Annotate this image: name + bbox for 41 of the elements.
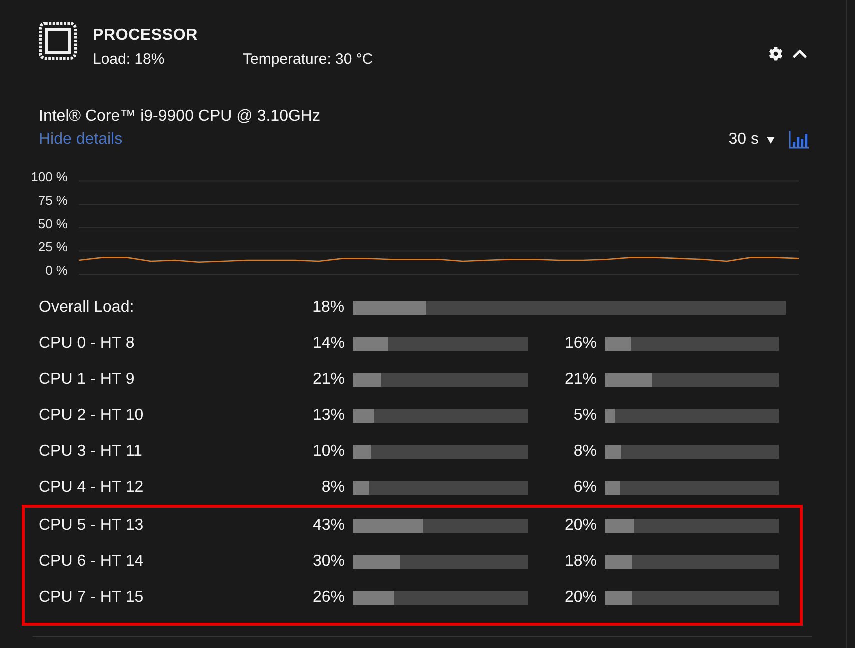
load-reading: Load: 18% bbox=[93, 50, 166, 70]
interval-dropdown[interactable]: 30 s bbox=[728, 130, 775, 150]
cpu-model-name: Intel® Core™ i9-9900 CPU @ 3.10GHz bbox=[39, 107, 322, 127]
y-axis-label: 75 % bbox=[38, 193, 68, 208]
usage-percent: 14% bbox=[312, 334, 345, 354]
usage-percent: 18% bbox=[564, 552, 597, 572]
core-label: CPU 0 - HT 8 bbox=[39, 334, 136, 354]
temperature-reading: Temperature: 30 °C bbox=[243, 50, 374, 70]
y-axis-label: 50 % bbox=[38, 216, 68, 232]
usage-percent: 18% bbox=[312, 298, 345, 318]
core-label: CPU 5 - HT 13 bbox=[39, 516, 145, 536]
usage-percent: 20% bbox=[564, 516, 597, 536]
core-label: CPU 1 - HT 9 bbox=[39, 370, 136, 390]
usage-percent: 26% bbox=[312, 588, 345, 608]
caret-icon bbox=[767, 136, 775, 144]
usage-percent: 21% bbox=[312, 370, 345, 390]
usage-percent: 8% bbox=[572, 442, 597, 462]
usage-percent: 16% bbox=[564, 334, 597, 354]
usage-percent: 43% bbox=[312, 516, 345, 536]
bar-chart-icon[interactable] bbox=[789, 131, 809, 149]
y-axis-label: 0 % bbox=[46, 262, 68, 278]
usage-percent: 13% bbox=[312, 406, 345, 426]
cpu-chip-icon bbox=[39, 22, 77, 60]
usage-percent: 10% bbox=[312, 442, 345, 462]
settings-icon[interactable] bbox=[769, 47, 783, 61]
usage-percent: 21% bbox=[564, 370, 597, 390]
core-label: CPU 4 - HT 12 bbox=[39, 478, 145, 498]
y-axis-label: 25 % bbox=[38, 240, 68, 255]
overall-load-label: Overall Load: bbox=[39, 298, 136, 318]
core-label: CPU 7 - HT 15 bbox=[39, 588, 145, 608]
core-label: CPU 6 - HT 14 bbox=[39, 552, 145, 572]
usage-percent: 8% bbox=[320, 478, 345, 498]
hide-details-link[interactable]: Hide details bbox=[39, 130, 123, 150]
core-label: CPU 2 - HT 10 bbox=[39, 406, 145, 426]
usage-percent: 6% bbox=[572, 478, 597, 498]
usage-percent: 5% bbox=[572, 406, 597, 426]
y-axis-label: 100 % bbox=[31, 170, 68, 185]
core-label: CPU 3 - HT 11 bbox=[39, 442, 144, 462]
panel-title: PROCESSOR bbox=[93, 26, 199, 46]
usage-percent: 20% bbox=[564, 588, 597, 608]
usage-percent: 30% bbox=[312, 552, 345, 572]
